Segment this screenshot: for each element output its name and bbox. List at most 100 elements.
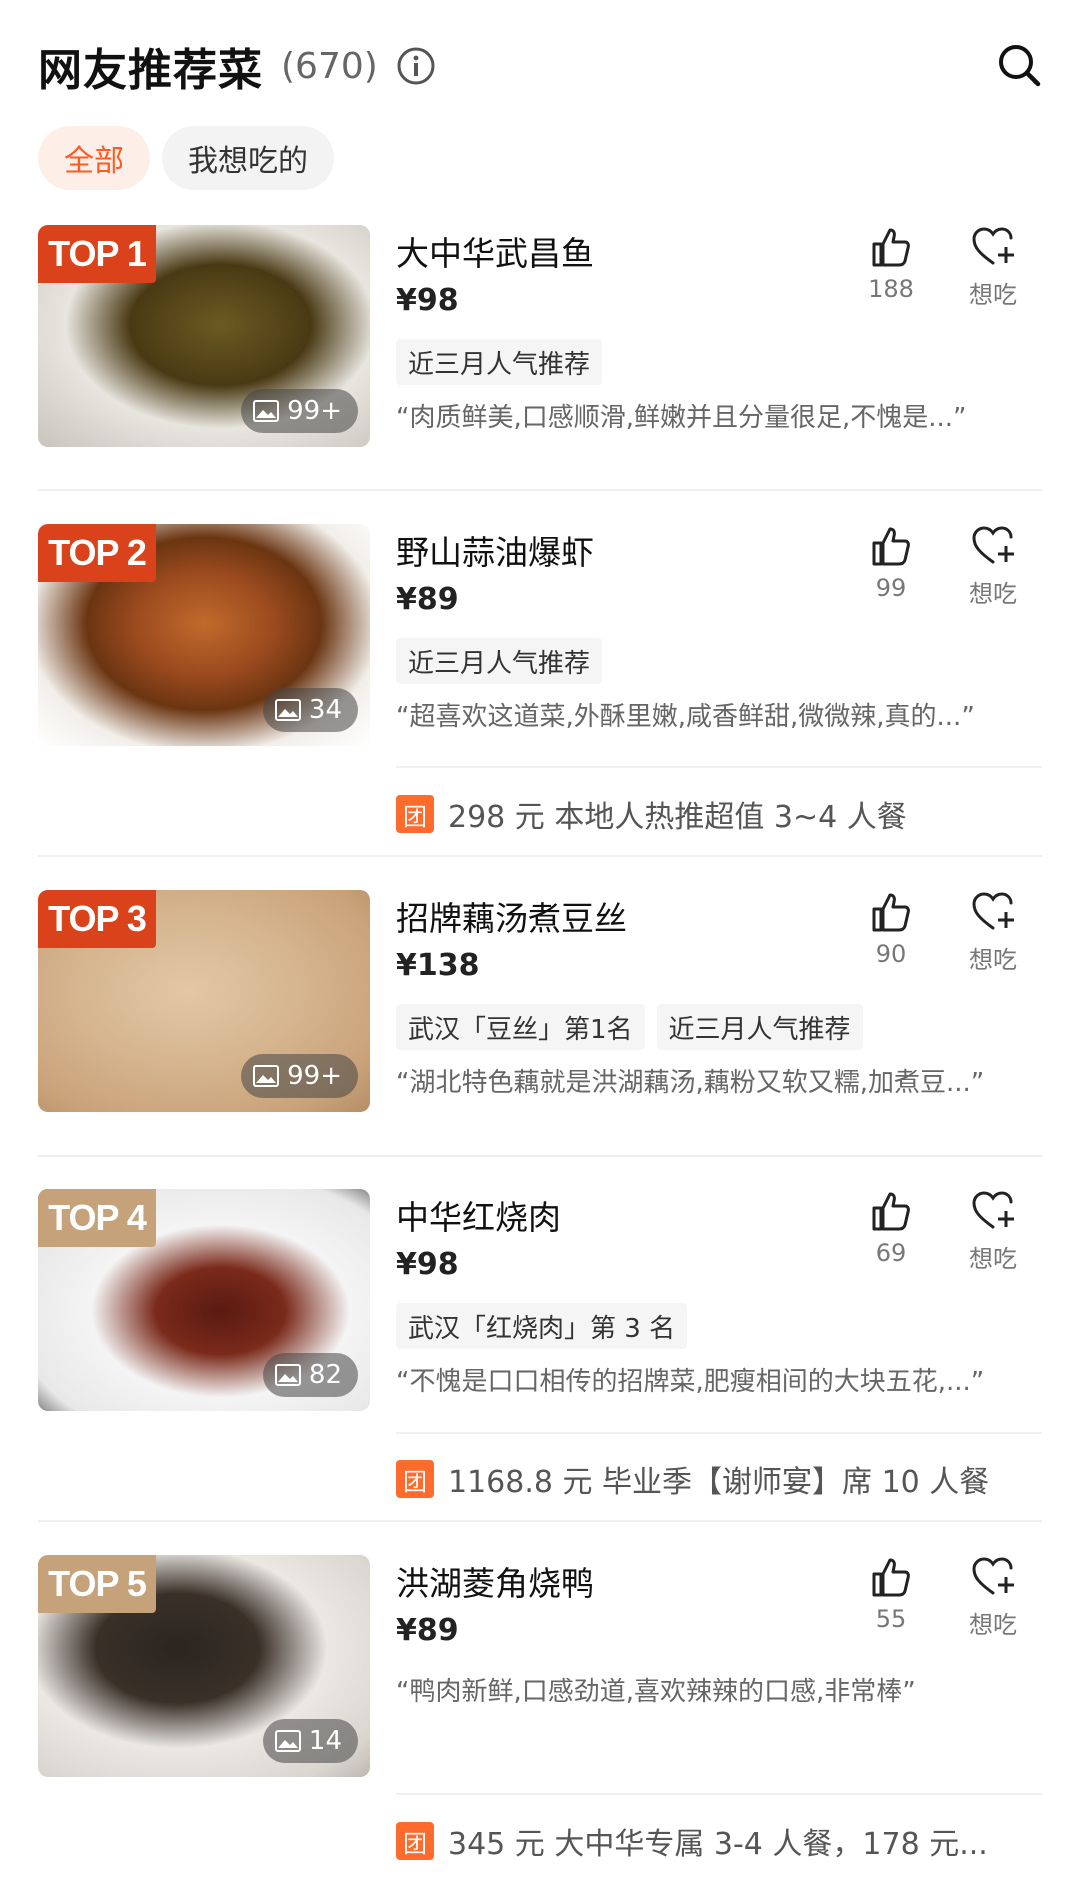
tag: 近三月人气推荐 [396,339,603,385]
tag: 武汉「豆丝」第1名 [396,1004,645,1050]
want-button[interactable]: 想吃 [958,1555,1028,1640]
dish-name: 中华红烧肉 [396,1198,561,1237]
group-deal-icon: 团 [396,1822,434,1860]
photo-count[interactable]: 99+ [241,389,358,433]
tag-list: 武汉「豆丝」第1名 近三月人气推荐 [396,1004,863,1050]
header: 网友推荐菜 (670) [38,36,1042,96]
tag-list: 武汉「红烧肉」第 3 名 [396,1303,688,1349]
thumbs-up-icon [872,1192,910,1231]
dish-price: ¥89 [396,1613,459,1648]
filter-want-to-eat[interactable]: 我想吃的 [162,126,334,190]
deal-text: 298 元 本地人热推超值 3~4 人餐 [448,800,907,835]
dish-item[interactable]: TOP 1 99+ 大中华武昌鱼 ¥98 近三月人气推荐 “肉质鲜美,口感顺滑,… [38,225,1042,447]
deal-text: 1168.8 元 毕业季【谢师宴】席 10 人餐 [448,1465,990,1500]
like-count: 99 [875,574,907,602]
rank-badge: TOP 4 [38,1189,156,1247]
image-icon [274,699,301,721]
want-button[interactable]: 想吃 [958,524,1028,609]
rank-badge: TOP 5 [38,1555,156,1613]
want-label: 想吃 [969,580,1017,608]
want-label: 想吃 [969,1245,1017,1273]
search-icon[interactable] [996,42,1042,88]
group-deal[interactable]: 团 298 元 本地人热推超值 3~4 人餐 [396,794,1042,835]
want-button[interactable]: 想吃 [958,225,1028,310]
dish-photo[interactable]: TOP 2 34 [38,524,370,746]
dish-item[interactable]: TOP 4 82 中华红烧肉 ¥98 武汉「红烧肉」第 3 名 “不愧是口口相传… [38,1189,1042,1519]
info-icon[interactable] [396,46,436,86]
dish-photo[interactable]: TOP 3 99+ [38,890,370,1112]
thumbs-up-icon [872,1558,910,1597]
like-count: 90 [875,940,907,968]
dish-price: ¥89 [396,582,459,617]
dish-item[interactable]: TOP 5 14 洪湖菱角烧鸭 ¥89 “鸭肉新鲜,口感劲道,喜欢辣辣的口感,非… [38,1555,1042,1875]
heart-plus-icon [972,526,1014,564]
dish-price: ¥98 [396,1247,459,1282]
heart-plus-icon [972,227,1014,265]
want-label: 想吃 [969,946,1017,974]
tag: 近三月人气推荐 [656,1004,863,1050]
like-button[interactable]: 90 [856,890,926,968]
dish-name: 洪湖菱角烧鸭 [396,1564,594,1603]
want-label: 想吃 [969,1611,1017,1639]
like-count: 188 [868,275,914,303]
review-quote: “超喜欢这道菜,外酥里嫩,咸香鲜甜,微微辣,真的...” [396,702,975,732]
dish-price: ¥98 [396,283,459,318]
dish-name: 大中华武昌鱼 [396,234,594,273]
thumbs-up-icon [872,893,910,932]
filter-all[interactable]: 全部 [38,126,150,190]
want-label: 想吃 [969,281,1017,309]
review-quote: “湖北特色藕就是洪湖藕汤,藕粉又软又糯,加煮豆...” [396,1068,985,1098]
like-button[interactable]: 188 [856,225,926,303]
photo-count[interactable]: 99+ [241,1054,358,1098]
dish-item[interactable]: TOP 2 34 野山蒜油爆虾 ¥89 近三月人气推荐 “超喜欢这道菜,外酥里嫩… [38,524,1042,854]
filter-tabs: 全部 我想吃的 [38,126,334,190]
divider [396,1793,1042,1795]
page-title: 网友推荐菜 [38,45,263,96]
image-icon [253,1065,280,1087]
heart-plus-icon [972,1191,1014,1229]
tag: 近三月人气推荐 [396,638,603,684]
group-deal[interactable]: 团 1168.8 元 毕业季【谢师宴】席 10 人餐 [396,1459,1042,1500]
group-deal[interactable]: 团 345 元 大中华专属 3-4 人餐，178 元... [396,1821,1042,1862]
like-button[interactable]: 69 [856,1189,926,1267]
tag: 武汉「红烧肉」第 3 名 [396,1303,688,1349]
thumbs-up-icon [872,228,910,267]
divider [38,1520,1042,1522]
rank-badge: TOP 2 [38,524,156,582]
photo-count[interactable]: 82 [262,1353,358,1397]
want-button[interactable]: 想吃 [958,890,1028,975]
like-count: 55 [875,1605,907,1633]
divider [396,1432,1042,1434]
divider [38,855,1042,857]
divider [38,489,1042,491]
dish-photo[interactable]: TOP 5 14 [38,1555,370,1777]
thumbs-up-icon [872,527,910,566]
photo-count[interactable]: 34 [262,688,358,732]
review-quote: “肉质鲜美,口感顺滑,鲜嫩并且分量很足,不愧是...” [396,403,967,433]
dish-price: ¥138 [396,948,480,983]
tag-list: 近三月人气推荐 [396,638,603,684]
divider [396,766,1042,768]
rank-badge: TOP 3 [38,890,156,948]
dish-photo[interactable]: TOP 4 82 [38,1189,370,1411]
dish-name: 招牌藕汤煮豆丝 [396,899,627,938]
want-button[interactable]: 想吃 [958,1189,1028,1274]
recommend-count: (670) [281,45,378,87]
group-deal-icon: 团 [396,795,434,833]
dish-name: 野山蒜油爆虾 [396,533,594,572]
group-deal-icon: 团 [396,1460,434,1498]
dish-item[interactable]: TOP 3 99+ 招牌藕汤煮豆丝 ¥138 武汉「豆丝」第1名 近三月人气推荐… [38,890,1042,1112]
dish-photo[interactable]: TOP 1 99+ [38,225,370,447]
tag-list: 近三月人气推荐 [396,339,603,385]
image-icon [274,1730,301,1752]
like-count: 69 [875,1239,907,1267]
heart-plus-icon [972,1557,1014,1595]
divider [38,1155,1042,1157]
like-button[interactable]: 55 [856,1555,926,1633]
photo-count[interactable]: 14 [262,1719,358,1763]
image-icon [274,1364,301,1386]
deal-text: 345 元 大中华专属 3-4 人餐，178 元... [448,1827,988,1862]
rank-badge: TOP 1 [38,225,156,283]
like-button[interactable]: 99 [856,524,926,602]
review-quote: “不愧是口口相传的招牌菜,肥瘦相间的大块五花,...” [396,1367,985,1397]
